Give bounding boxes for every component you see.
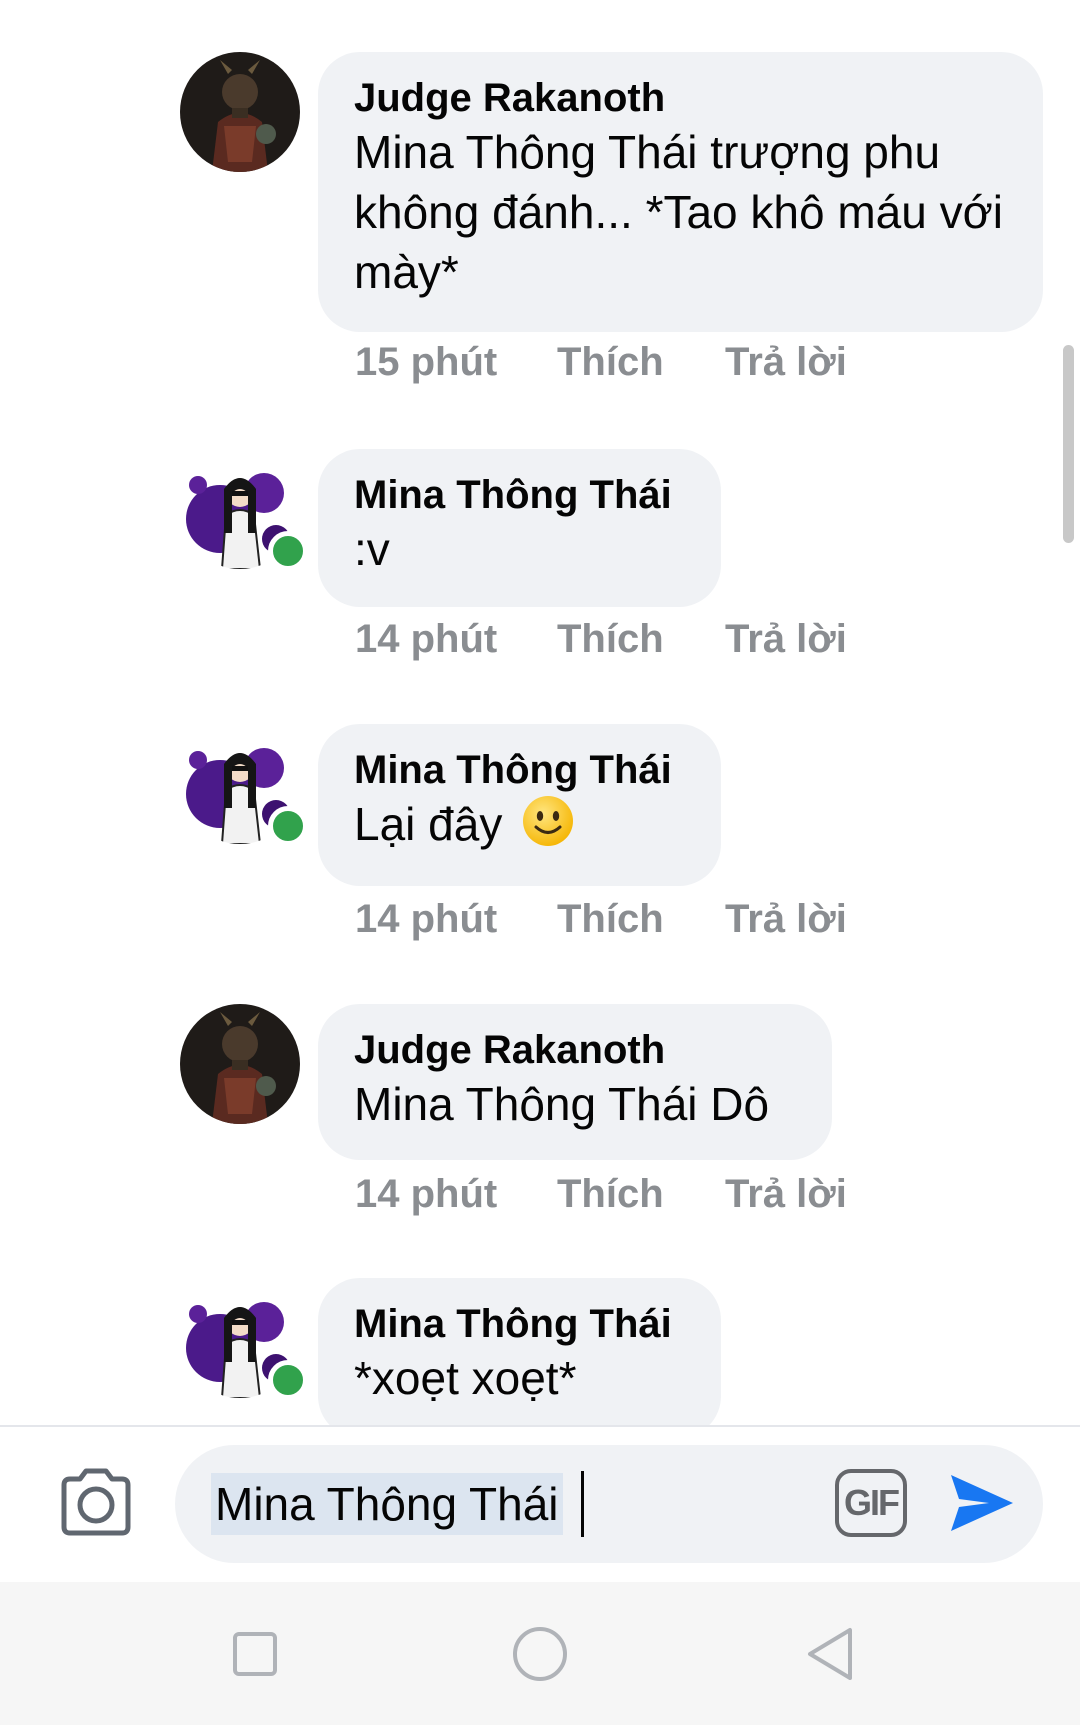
square-recent-apps-icon bbox=[233, 1632, 277, 1676]
like-button[interactable]: Thích bbox=[557, 894, 664, 944]
camera-button[interactable] bbox=[56, 1467, 136, 1537]
like-button[interactable]: Thích bbox=[557, 1169, 664, 1219]
comment-bubble[interactable]: Mina Thông Thái Lại đây bbox=[318, 724, 721, 886]
comment-time: 14 phút bbox=[355, 1172, 498, 1216]
online-status-indicator bbox=[268, 1360, 308, 1400]
triangle-back-icon bbox=[808, 1628, 852, 1680]
comment-author[interactable]: Mina Thông Thái bbox=[354, 746, 685, 794]
online-status-indicator bbox=[268, 806, 308, 846]
online-status-indicator bbox=[268, 531, 308, 571]
reply-button[interactable]: Trả lời bbox=[725, 894, 847, 944]
avatar-mina-thong-thai[interactable] bbox=[180, 724, 308, 846]
comment-thread: Judge Rakanoth Mina Thông Thái trượng ph… bbox=[0, 0, 1080, 1425]
avatar-mina-thong-thai[interactable] bbox=[180, 1278, 308, 1400]
reply-button[interactable]: Trả lời bbox=[725, 337, 847, 387]
comment-input[interactable]: Mina Thông Thái GIF bbox=[175, 1445, 1043, 1563]
comment-composer: Mina Thông Thái GIF bbox=[0, 1425, 1080, 1582]
home-button[interactable] bbox=[510, 1624, 570, 1684]
comment-text: :v bbox=[354, 523, 390, 575]
avatar-judge-rakanoth[interactable] bbox=[180, 52, 300, 172]
send-icon bbox=[951, 1475, 1013, 1531]
reply-button[interactable]: Trả lời bbox=[725, 1169, 847, 1219]
system-navigation-bar bbox=[0, 1582, 1080, 1725]
comment-time: 14 phút bbox=[355, 897, 498, 941]
reply-button[interactable]: Trả lời bbox=[725, 614, 847, 664]
comment-bubble[interactable]: Mina Thông Thái :v bbox=[318, 449, 721, 607]
like-button[interactable]: Thích bbox=[557, 337, 664, 387]
comment-author[interactable]: Mina Thông Thái bbox=[354, 1300, 685, 1348]
like-button[interactable]: Thích bbox=[557, 614, 664, 664]
circle-home-icon bbox=[513, 1627, 567, 1681]
comment-bubble[interactable]: Mina Thông Thái *xoẹt xoẹt* bbox=[318, 1278, 721, 1425]
avatar-mina-thong-thai[interactable] bbox=[180, 449, 308, 571]
comment-bubble[interactable]: Judge Rakanoth Mina Thông Thái Dô bbox=[318, 1004, 832, 1160]
avatar-image bbox=[180, 52, 300, 172]
comment-input-mention[interactable]: Mina Thông Thái bbox=[211, 1473, 563, 1535]
comment-author[interactable]: Judge Rakanoth bbox=[354, 1026, 796, 1074]
back-button[interactable] bbox=[800, 1624, 860, 1684]
comment-text: *xoẹt xoẹt* bbox=[354, 1352, 577, 1404]
comment-text: Lại đây bbox=[354, 798, 503, 850]
slightly-smiling-face-emoji bbox=[523, 796, 574, 846]
comment-author[interactable]: Mina Thông Thái bbox=[354, 471, 685, 519]
gif-button[interactable]: GIF bbox=[835, 1469, 907, 1537]
comment-time: 14 phút bbox=[355, 617, 498, 661]
comment-bubble[interactable]: Judge Rakanoth Mina Thông Thái trượng ph… bbox=[318, 52, 1043, 332]
text-cursor bbox=[581, 1471, 584, 1537]
comment-text: Mina Thông Thái trượng phu không đánh...… bbox=[354, 126, 1004, 298]
scrollbar[interactable] bbox=[1063, 345, 1074, 543]
avatar-judge-rakanoth[interactable] bbox=[180, 1004, 300, 1124]
comment-text-row: Lại đây bbox=[354, 794, 685, 854]
comment-text: Mina Thông Thái Dô bbox=[354, 1078, 770, 1130]
avatar-image bbox=[180, 1004, 300, 1124]
camera-icon bbox=[61, 1468, 131, 1536]
comment-author[interactable]: Judge Rakanoth bbox=[354, 74, 1007, 122]
recent-apps-button[interactable] bbox=[225, 1624, 285, 1684]
send-button[interactable] bbox=[945, 1467, 1017, 1539]
comment-time: 15 phút bbox=[355, 340, 498, 384]
